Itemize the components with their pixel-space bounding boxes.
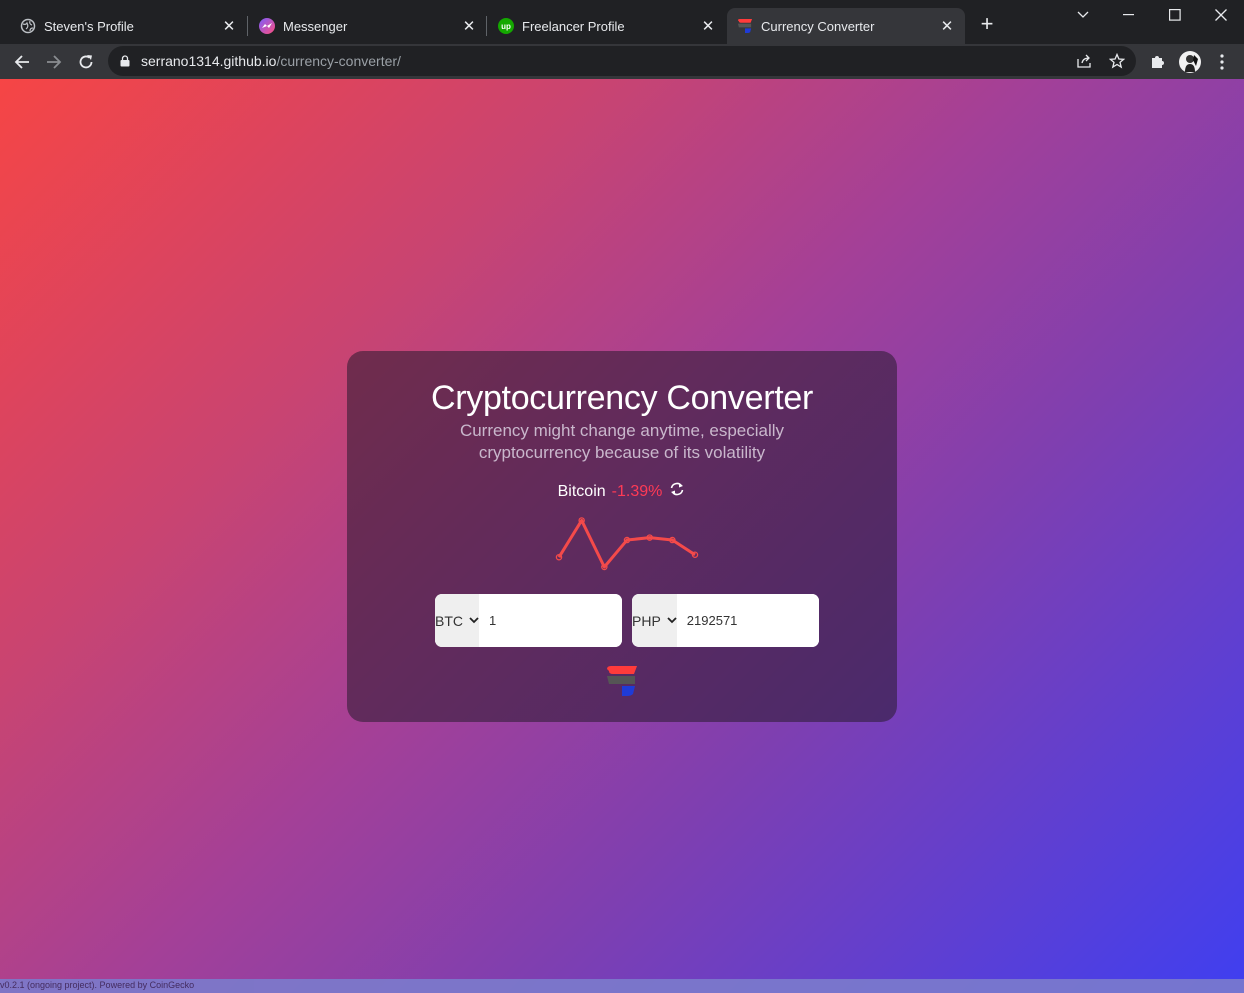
- forward-button[interactable]: [40, 48, 68, 76]
- app-logo: [607, 666, 637, 696]
- tab-title: Freelancer Profile: [522, 18, 625, 34]
- page-background: Cryptocurrency Converter Currency might …: [0, 79, 1244, 993]
- to-amount-input[interactable]: [676, 594, 819, 647]
- kebab-menu-icon: [1220, 54, 1224, 70]
- share-icon[interactable]: [1076, 52, 1094, 70]
- profile-button[interactable]: [1176, 48, 1204, 76]
- tab-title: Messenger: [283, 18, 348, 34]
- maximize-button[interactable]: [1152, 0, 1198, 30]
- close-icon[interactable]: ✕: [219, 16, 239, 36]
- refresh-icon[interactable]: [668, 480, 686, 498]
- to-converter: PHP: [632, 594, 819, 647]
- new-tab-button[interactable]: +: [976, 13, 998, 36]
- browser-menu-button[interactable]: [1208, 48, 1236, 76]
- extensions-button[interactable]: [1144, 48, 1172, 76]
- star-icon[interactable]: [1108, 52, 1126, 70]
- tab-title: Steven's Profile: [44, 18, 134, 34]
- tab-messenger[interactable]: Messenger ✕: [239, 8, 487, 44]
- page-subtitle: Currency might change anytime, especiall…: [459, 421, 785, 462]
- lock-icon: [119, 54, 131, 68]
- close-icon: [1215, 9, 1227, 21]
- from-amount-input[interactable]: [479, 594, 622, 647]
- close-icon[interactable]: ✕: [937, 16, 957, 36]
- tab-strip: Steven's Profile ✕ Messenger ✕ up Freela…: [0, 0, 1244, 44]
- address-bar[interactable]: serrano1314.github.io/currency-converter…: [108, 46, 1136, 76]
- close-icon[interactable]: ✕: [698, 16, 718, 36]
- to-currency-value: PHP: [632, 612, 661, 629]
- converter-card: Cryptocurrency Converter Currency might …: [347, 351, 897, 722]
- tab-search-button[interactable]: [1060, 0, 1106, 30]
- tab-currency-converter[interactable]: Currency Converter ✕: [727, 8, 965, 44]
- messenger-icon: [259, 18, 275, 34]
- arrow-right-icon: [47, 55, 62, 69]
- minimize-button[interactable]: [1106, 0, 1152, 30]
- maximize-icon: [1169, 9, 1181, 21]
- app-logo-icon: [737, 18, 753, 34]
- to-currency-select[interactable]: PHP: [632, 594, 677, 647]
- globe-icon: [20, 18, 36, 34]
- chevron-down-icon: [667, 616, 677, 626]
- avatar: [1179, 51, 1201, 73]
- chevron-down-icon: [469, 616, 479, 626]
- puzzle-icon: [1152, 56, 1164, 68]
- close-icon[interactable]: ✕: [459, 16, 479, 36]
- url-text: serrano1314.github.io/currency-converter…: [141, 53, 401, 69]
- coin-change-percent: -1.39%: [611, 483, 663, 500]
- price-sparkline: [555, 517, 699, 571]
- tab-title: Currency Converter: [761, 18, 875, 34]
- coin-status: Bitcoin -1.39%: [347, 480, 897, 501]
- page-title: Cryptocurrency Converter: [430, 379, 814, 417]
- minimize-icon: [1123, 14, 1134, 16]
- from-currency-value: BTC: [435, 612, 463, 629]
- arrow-left-icon: [14, 55, 29, 69]
- from-converter: BTC: [435, 594, 622, 647]
- close-window-button[interactable]: [1198, 0, 1244, 30]
- tab-stevens-profile[interactable]: Steven's Profile ✕: [0, 8, 247, 44]
- reload-button[interactable]: [72, 48, 100, 76]
- url-host: serrano1314.github.io: [141, 53, 277, 69]
- sparkline-path: [557, 518, 696, 569]
- chevron-down-icon: [1077, 11, 1089, 18]
- footer: v0.2.1 (ongoing project). Powered by Coi…: [0, 979, 1244, 993]
- footer-text: v0.2.1 (ongoing project). Powered by Coi…: [0, 980, 195, 990]
- upwork-icon: up: [498, 18, 514, 34]
- back-button[interactable]: [8, 48, 36, 76]
- url-path: /currency-converter/: [276, 53, 401, 69]
- tab-freelancer-profile[interactable]: up Freelancer Profile ✕: [478, 8, 726, 44]
- from-currency-select[interactable]: BTC: [435, 594, 479, 647]
- browser-toolbar: serrano1314.github.io/currency-converter…: [0, 44, 1244, 79]
- coin-name: Bitcoin: [557, 483, 606, 500]
- reload-icon: [79, 55, 93, 69]
